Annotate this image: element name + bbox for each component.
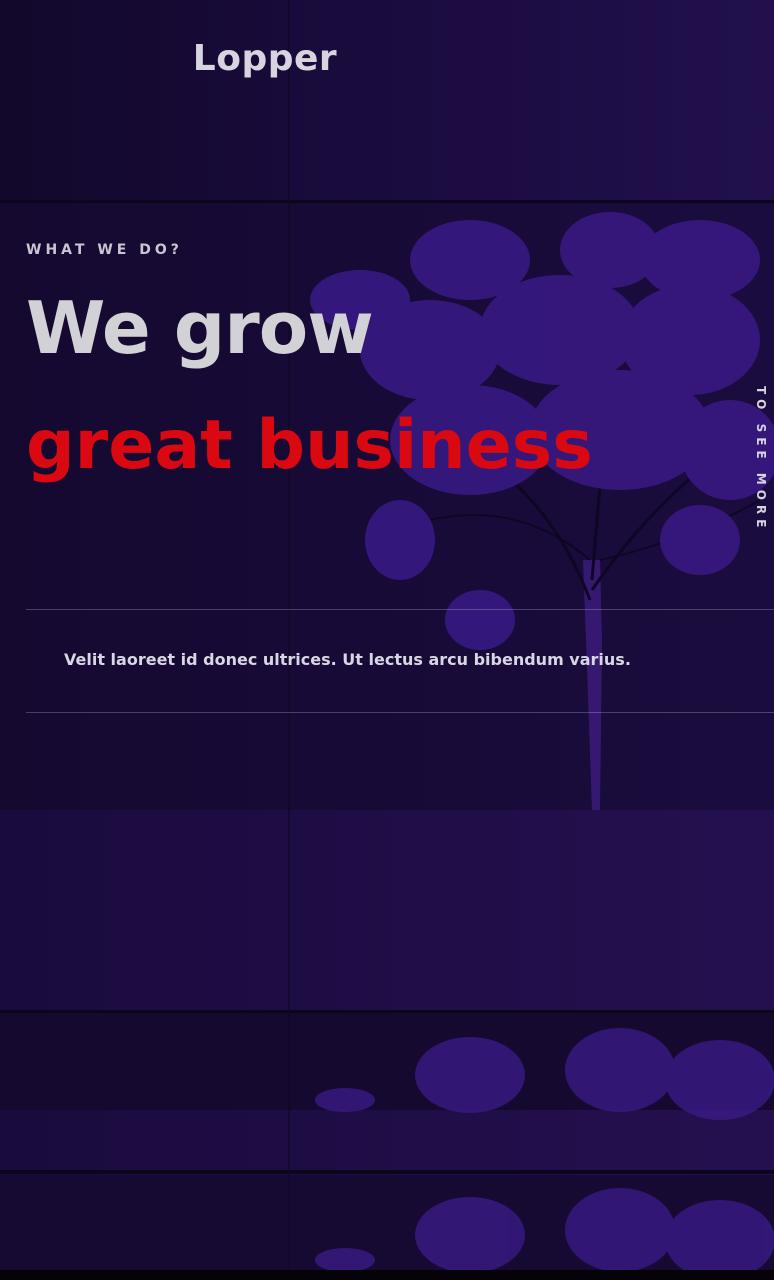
- scroll-hint[interactable]: TO SEE MORE: [750, 386, 772, 532]
- hero-headline-line1: We grow: [26, 286, 374, 370]
- section-eyebrow: WHAT WE DO?: [26, 242, 183, 258]
- divider-top: [26, 609, 774, 610]
- bottom-bar: [0, 1270, 774, 1280]
- site-logo[interactable]: Lopper: [0, 38, 530, 79]
- hero-headline-line2: great business: [26, 406, 593, 485]
- hero-description: Velit laoreet id donec ultrices. Ut lect…: [64, 650, 631, 669]
- background-tree-image: [0, 0, 774, 1280]
- divider-bottom: [26, 712, 774, 713]
